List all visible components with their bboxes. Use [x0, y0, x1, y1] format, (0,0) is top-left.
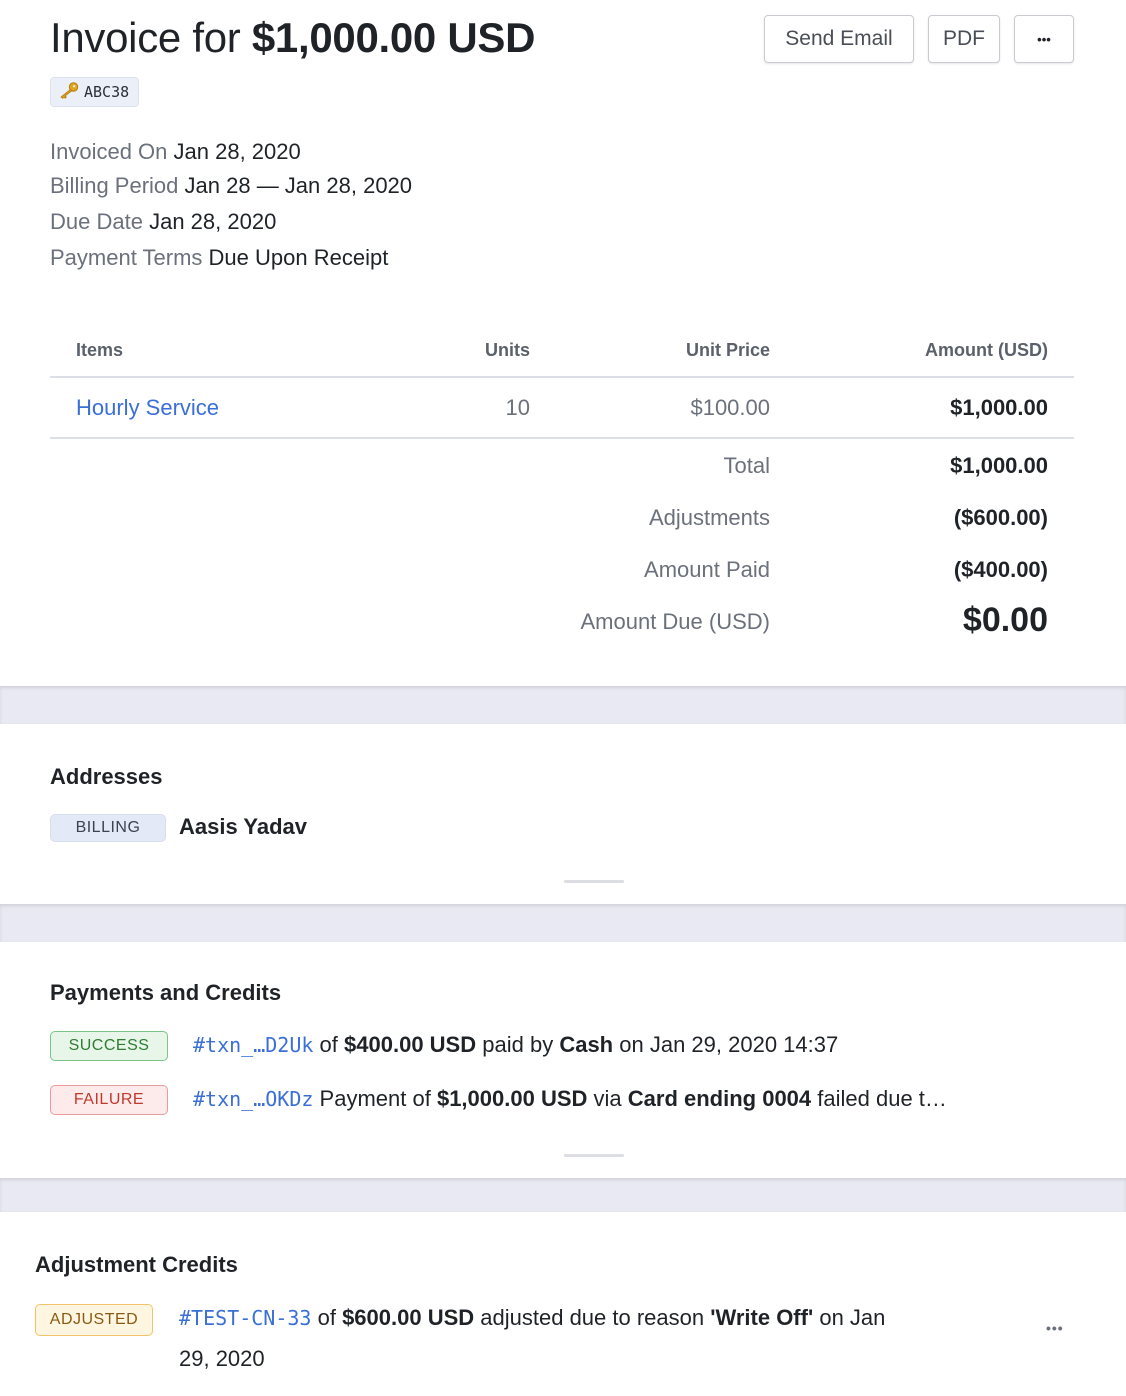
key-icon	[58, 81, 80, 104]
adjustments-card: Adjustment Credits ADJUSTED #TEST-CN-33 …	[0, 1212, 1126, 1396]
send-email-label: Send Email	[785, 27, 893, 50]
meta-label: Invoiced On	[50, 139, 168, 164]
billing-name[interactable]: Aasis Yadav	[179, 814, 307, 840]
payment-date: on Jan 29, 2020 14:37	[619, 1032, 839, 1057]
payment-failure-reason: failed due t…	[817, 1086, 947, 1111]
adjustment-text: adjusted due to reason	[480, 1305, 705, 1330]
line-item-units: 10	[505, 395, 530, 420]
payments-card: Payments and Credits SUCCESS #txn_…D2Uk …	[0, 942, 1126, 1178]
more-actions-button[interactable]: •••	[1014, 15, 1074, 63]
status-badge-label: FAILURE	[73, 1091, 145, 1108]
payment-text: paid by	[482, 1032, 554, 1057]
amount-paid-value: ($400.00)	[953, 557, 1048, 582]
table-row-divider	[50, 437, 1074, 439]
line-item-amount: $1,000.00	[950, 395, 1048, 420]
meta-billing-period: Billing Period Jan 28 — Jan 28, 2020	[50, 173, 412, 199]
invoice-id-text: ABC38	[84, 83, 130, 101]
payment-text: Payment of	[319, 1086, 431, 1111]
section-separator	[0, 686, 1126, 724]
line-item-name-link[interactable]: Hourly Service	[76, 395, 219, 421]
adjustment-date-cont: 29, 2020	[179, 1346, 265, 1371]
meta-value: Jan 28, 2020	[149, 209, 277, 234]
amount-paid-label: Amount Paid	[644, 557, 770, 582]
meta-invoiced-on: Invoiced On Jan 28, 2020	[50, 139, 301, 165]
status-badge-label: ADJUSTED	[49, 1311, 139, 1328]
meta-value: Due Upon Receipt	[208, 245, 389, 270]
amount-due-label: Amount Due (USD)	[580, 609, 770, 634]
status-badge-adjusted: ADJUSTED	[35, 1304, 153, 1336]
credit-note-link[interactable]: #TEST-CN-33	[179, 1306, 311, 1330]
drag-handle[interactable]	[564, 880, 624, 883]
drag-handle[interactable]	[564, 1154, 624, 1157]
adjustment-more-icon[interactable]: •••	[1046, 1320, 1064, 1336]
meta-payment-terms: Payment Terms Due Upon Receipt	[50, 245, 388, 271]
status-badge-label: SUCCESS	[68, 1037, 150, 1054]
section-separator	[0, 904, 1126, 942]
billing-tag: BILLING	[50, 814, 166, 842]
total-value: $1,000.00	[950, 453, 1048, 478]
payment-row: #txn_…D2Uk of $400.00 USD paid by Cash o…	[193, 1032, 838, 1058]
invoice-id-badge[interactable]: ABC38	[50, 77, 140, 107]
transaction-link[interactable]: #txn_…OKDz	[193, 1087, 313, 1111]
page-title: Invoice for $1,000.00 USD	[50, 14, 535, 62]
meta-value: Jan 28 — Jan 28, 2020	[184, 173, 413, 198]
column-header-items: Items	[76, 340, 124, 360]
adjustment-text: on Jan	[819, 1305, 886, 1330]
title-prefix: Invoice for	[50, 14, 241, 61]
meta-due-date: Due Date Jan 28, 2020	[50, 209, 276, 235]
amount-due-value: $0.00	[962, 601, 1048, 639]
payment-amount: $400.00 USD	[344, 1032, 477, 1057]
pdf-label: PDF	[943, 27, 985, 50]
billing-tag-label: BILLING	[75, 819, 141, 836]
send-email-button[interactable]: Send Email	[764, 15, 914, 63]
status-badge-failure: FAILURE	[50, 1085, 168, 1115]
payment-text: via	[593, 1086, 622, 1111]
invoice-card: Invoice for $1,000.00 USD Send Email PDF…	[0, 0, 1126, 686]
column-header-units: Units	[485, 340, 530, 360]
adjustments-label: Adjustments	[648, 505, 770, 530]
meta-label: Payment Terms	[50, 245, 203, 270]
addresses-title: Addresses	[50, 764, 163, 789]
payment-method: Cash	[559, 1032, 614, 1057]
adjustments-value: ($600.00)	[953, 505, 1048, 530]
adjustments-title: Adjustment Credits	[35, 1252, 238, 1277]
adjustment-reason: 'Write Off'	[710, 1305, 814, 1330]
line-item-unit-price: $100.00	[690, 395, 770, 420]
status-badge-success: SUCCESS	[50, 1031, 168, 1061]
more-dots-icon: •••	[1037, 31, 1051, 47]
adjustment-row: #TEST-CN-33 of $600.00 USD adjusted due …	[179, 1305, 885, 1331]
title-amount: $1,000.00 USD	[251, 14, 536, 61]
section-separator	[0, 1178, 1126, 1212]
adjustment-text: of	[317, 1305, 336, 1330]
transaction-link[interactable]: #txn_…D2Uk	[193, 1033, 313, 1057]
payment-method: Card ending 0004	[627, 1086, 812, 1111]
payments-title: Payments and Credits	[50, 980, 282, 1005]
meta-value: Jan 28, 2020	[173, 139, 301, 164]
payment-row: #txn_…OKDz Payment of $1,000.00 USD via …	[193, 1086, 947, 1112]
addresses-card: Addresses BILLING Aasis Yadav	[0, 724, 1126, 904]
adjustment-amount: $600.00 USD	[342, 1305, 475, 1330]
meta-label: Due Date	[50, 209, 143, 234]
column-header-amount: Amount (USD)	[925, 340, 1048, 360]
total-label: Total	[723, 453, 770, 478]
table-header-divider	[50, 376, 1074, 378]
column-header-unit-price: Unit Price	[685, 340, 770, 360]
meta-label: Billing Period	[50, 173, 179, 198]
pdf-button[interactable]: PDF	[928, 15, 1000, 63]
payment-text: of	[319, 1032, 338, 1057]
payment-amount: $1,000.00 USD	[436, 1086, 588, 1111]
